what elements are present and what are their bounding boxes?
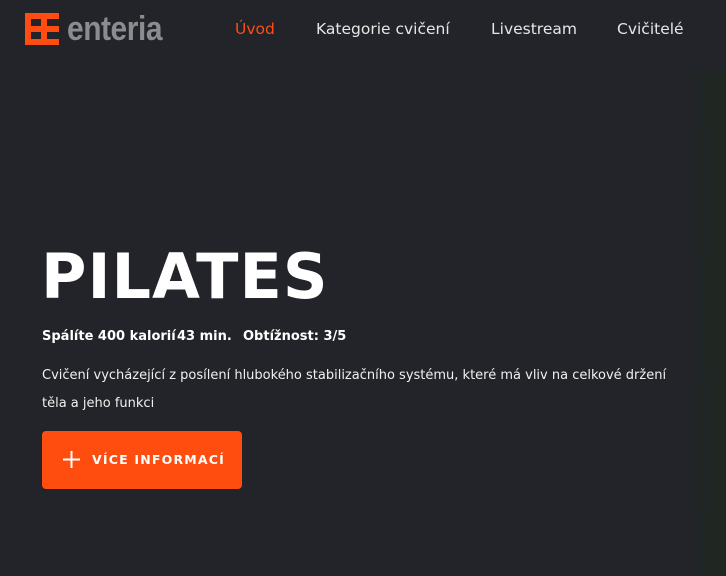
nav-item-livestream[interactable]: Livestream — [491, 18, 577, 40]
page: enteria Úvod Kategorie cvičení Livestrea… — [0, 0, 726, 576]
nav-item-cvicitele[interactable]: Cvičitelé — [617, 18, 684, 40]
main-nav: Úvod Kategorie cvičení Livestream Cvičit… — [0, 18, 726, 40]
top-navigation-bar: enteria Úvod Kategorie cvičení Livestrea… — [0, 0, 726, 58]
plus-icon — [63, 451, 80, 468]
more-info-button[interactable]: VÍCE INFORMACÍ — [42, 431, 242, 489]
nav-item-kategorie-cviceni[interactable]: Kategorie cvičení — [316, 18, 450, 40]
duration-info: 43 min. — [177, 329, 232, 344]
more-info-button-label: VÍCE INFORMACÍ — [92, 452, 226, 467]
nav-item-uvod[interactable]: Úvod — [235, 18, 275, 40]
hero-background-edge — [686, 70, 726, 576]
difficulty-info: Obtížnost: 3/5 — [243, 329, 347, 344]
hero-description: Cvičení vycházející z posílení hlubokého… — [42, 368, 667, 411]
hero-title: PILATES — [41, 240, 329, 313]
calories-info: Spálíte 400 kalorií — [42, 329, 176, 344]
